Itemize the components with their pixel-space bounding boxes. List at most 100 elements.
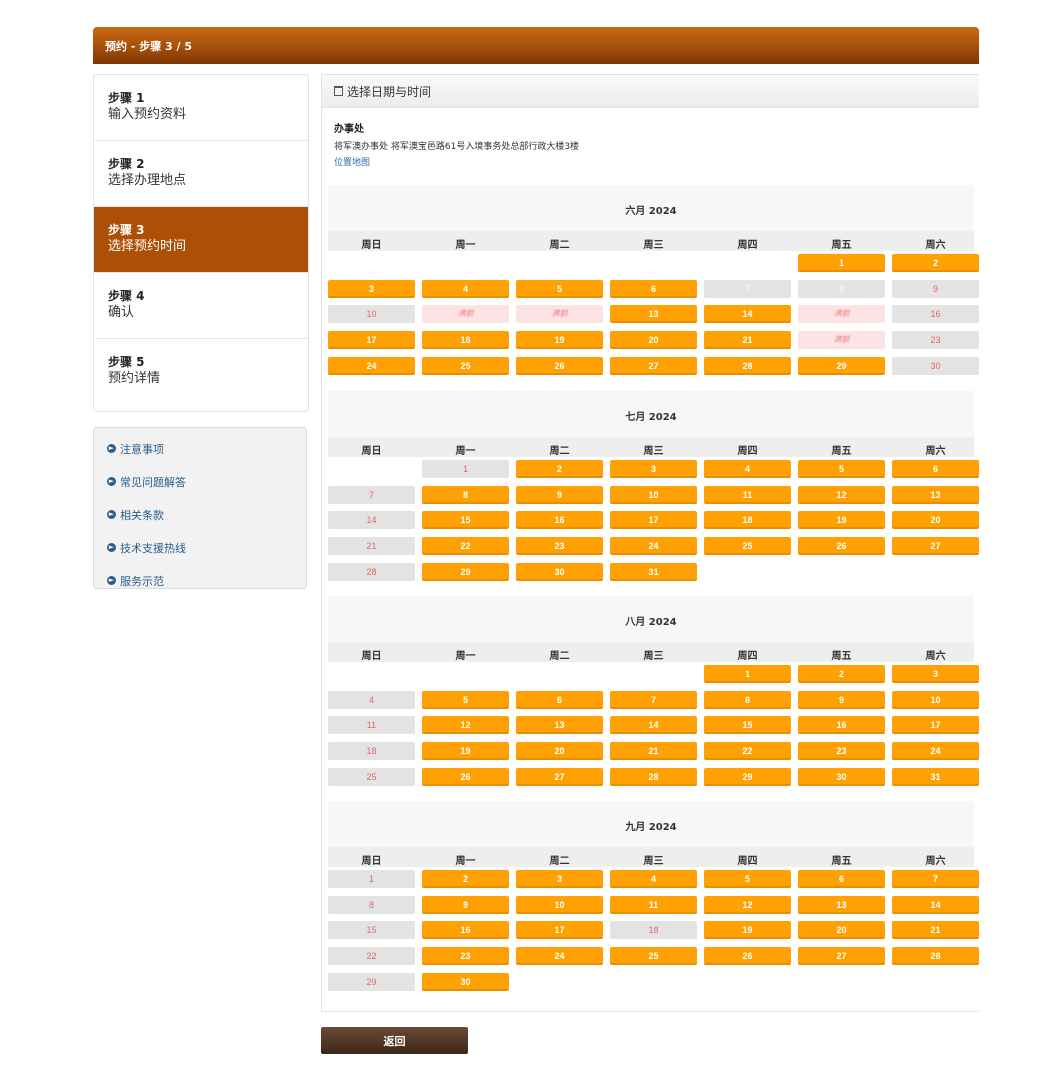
available-date[interactable]: 30 — [798, 768, 885, 786]
available-date[interactable]: 3 — [516, 870, 603, 888]
available-date[interactable]: 11 — [704, 486, 791, 504]
available-date[interactable]: 21 — [610, 742, 697, 760]
available-date[interactable]: 27 — [516, 768, 603, 786]
available-date[interactable]: 3 — [892, 665, 979, 683]
available-date[interactable]: 1 — [798, 254, 885, 272]
available-date[interactable]: 13 — [798, 896, 885, 914]
available-date[interactable]: 2 — [798, 665, 885, 683]
available-date[interactable]: 17 — [516, 921, 603, 939]
available-date[interactable]: 26 — [422, 768, 509, 786]
available-date[interactable]: 25 — [704, 537, 791, 555]
available-date[interactable]: 6 — [610, 280, 697, 298]
available-date[interactable]: 15 — [422, 511, 509, 529]
available-date[interactable]: 19 — [516, 331, 603, 349]
available-date[interactable]: 12 — [798, 486, 885, 504]
available-date[interactable]: 9 — [422, 896, 509, 914]
available-date[interactable]: 26 — [516, 357, 603, 375]
available-date[interactable]: 28 — [610, 768, 697, 786]
available-date[interactable]: 12 — [422, 716, 509, 734]
available-date[interactable]: 25 — [610, 947, 697, 965]
available-date[interactable]: 26 — [798, 537, 885, 555]
available-date[interactable]: 4 — [704, 460, 791, 478]
available-date[interactable]: 20 — [798, 921, 885, 939]
available-date[interactable]: 30 — [422, 973, 509, 991]
available-date[interactable]: 18 — [704, 511, 791, 529]
available-date[interactable]: 27 — [892, 537, 979, 555]
available-date[interactable]: 23 — [422, 947, 509, 965]
available-date[interactable]: 30 — [516, 563, 603, 581]
available-date[interactable]: 24 — [516, 947, 603, 965]
available-date[interactable]: 28 — [892, 947, 979, 965]
available-date[interactable]: 19 — [422, 742, 509, 760]
available-date[interactable]: 17 — [610, 511, 697, 529]
link-demo[interactable]: ► 服务示范 — [94, 568, 306, 601]
available-date[interactable]: 8 — [704, 691, 791, 709]
available-date[interactable]: 15 — [704, 716, 791, 734]
available-date[interactable]: 24 — [328, 357, 415, 375]
available-date[interactable]: 25 — [422, 357, 509, 375]
available-date[interactable]: 22 — [422, 537, 509, 555]
link-notes[interactable]: ► 注意事项 — [94, 436, 306, 469]
available-date[interactable]: 17 — [892, 716, 979, 734]
available-date[interactable]: 13 — [610, 305, 697, 323]
available-date[interactable]: 5 — [704, 870, 791, 888]
available-date[interactable]: 14 — [892, 896, 979, 914]
available-date[interactable]: 7 — [892, 870, 979, 888]
available-date[interactable]: 10 — [892, 691, 979, 709]
available-date[interactable]: 9 — [516, 486, 603, 504]
available-date[interactable]: 18 — [422, 331, 509, 349]
available-date[interactable]: 3 — [610, 460, 697, 478]
back-button[interactable]: 返回 — [321, 1027, 468, 1054]
available-date[interactable]: 14 — [610, 716, 697, 734]
available-date[interactable]: 5 — [516, 280, 603, 298]
available-date[interactable]: 20 — [610, 331, 697, 349]
available-date[interactable]: 27 — [798, 947, 885, 965]
available-date[interactable]: 16 — [422, 921, 509, 939]
available-date[interactable]: 23 — [798, 742, 885, 760]
available-date[interactable]: 16 — [516, 511, 603, 529]
available-date[interactable]: 6 — [892, 460, 979, 478]
location-map-link[interactable]: 位置地图 — [334, 155, 370, 168]
available-date[interactable]: 9 — [798, 691, 885, 709]
available-date[interactable]: 24 — [892, 742, 979, 760]
available-date[interactable]: 20 — [892, 511, 979, 529]
available-date[interactable]: 6 — [798, 870, 885, 888]
link-terms[interactable]: ► 相关条款 — [94, 502, 306, 535]
available-date[interactable]: 2 — [516, 460, 603, 478]
available-date[interactable]: 21 — [892, 921, 979, 939]
available-date[interactable]: 7 — [610, 691, 697, 709]
available-date[interactable]: 6 — [516, 691, 603, 709]
available-date[interactable]: 12 — [704, 896, 791, 914]
available-date[interactable]: 4 — [422, 280, 509, 298]
link-faq[interactable]: ► 常见问题解答 — [94, 469, 306, 502]
available-date[interactable]: 3 — [328, 280, 415, 298]
available-date[interactable]: 19 — [704, 921, 791, 939]
available-date[interactable]: 21 — [704, 331, 791, 349]
available-date[interactable]: 29 — [798, 357, 885, 375]
available-date[interactable]: 2 — [422, 870, 509, 888]
available-date[interactable]: 5 — [798, 460, 885, 478]
available-date[interactable]: 28 — [704, 357, 791, 375]
available-date[interactable]: 11 — [610, 896, 697, 914]
available-date[interactable]: 29 — [422, 563, 509, 581]
available-date[interactable]: 14 — [704, 305, 791, 323]
available-date[interactable]: 16 — [798, 716, 885, 734]
available-date[interactable]: 29 — [704, 768, 791, 786]
available-date[interactable]: 4 — [610, 870, 697, 888]
available-date[interactable]: 13 — [892, 486, 979, 504]
link-hotline[interactable]: ► 技术支援热线 — [94, 535, 306, 568]
available-date[interactable]: 13 — [516, 716, 603, 734]
available-date[interactable]: 19 — [798, 511, 885, 529]
available-date[interactable]: 5 — [422, 691, 509, 709]
available-date[interactable]: 10 — [610, 486, 697, 504]
available-date[interactable]: 8 — [422, 486, 509, 504]
available-date[interactable]: 24 — [610, 537, 697, 555]
available-date[interactable]: 17 — [328, 331, 415, 349]
available-date[interactable]: 2 — [892, 254, 979, 272]
available-date[interactable]: 27 — [610, 357, 697, 375]
available-date[interactable]: 26 — [704, 947, 791, 965]
available-date[interactable]: 20 — [516, 742, 603, 760]
available-date[interactable]: 31 — [610, 563, 697, 581]
available-date[interactable]: 10 — [516, 896, 603, 914]
available-date[interactable]: 1 — [704, 665, 791, 683]
